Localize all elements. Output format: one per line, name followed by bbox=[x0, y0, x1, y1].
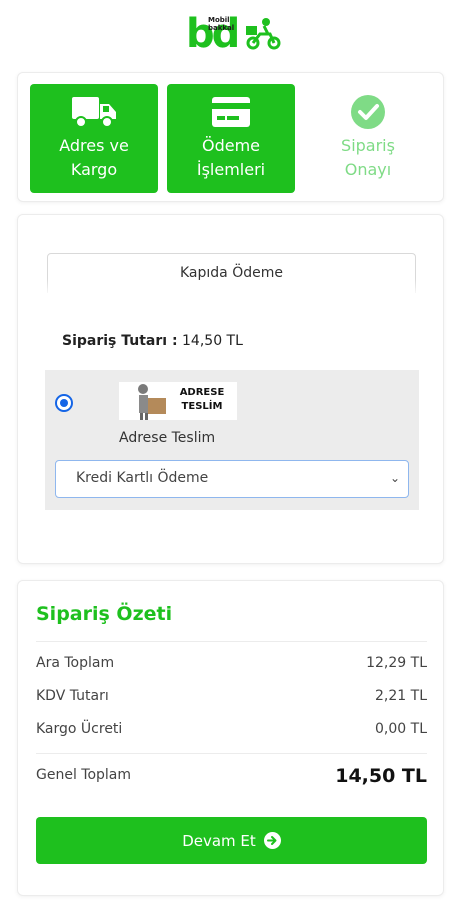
row-value: 2,21 TL bbox=[375, 688, 427, 704]
divider bbox=[36, 641, 427, 642]
summary-row-shipping: Kargo Ücreti 0,00 TL bbox=[36, 721, 427, 737]
order-amount-label: Sipariş Tutarı : bbox=[62, 333, 178, 349]
order-amount: Sipariş Tutarı : 14,50 TL bbox=[62, 333, 243, 349]
step-address-shipping[interactable]: Adres ve Kargo bbox=[30, 84, 158, 193]
total-value: 14,50 TL bbox=[335, 765, 427, 787]
payment-section: Kapıda Ödeme Sipariş Tutarı : 14,50 TL A… bbox=[17, 214, 444, 564]
summary-row-total: Genel Toplam 14,50 TL bbox=[36, 765, 427, 787]
chevron-down-icon: ⌄ bbox=[389, 471, 400, 485]
delivery-option[interactable]: ADRESE TESLİM Adrese Teslim Kredi Kartlı… bbox=[45, 370, 419, 510]
row-label: Ara Toplam bbox=[36, 655, 115, 671]
arrow-right-icon bbox=[263, 832, 281, 849]
step-payment[interactable]: Ödeme İşlemleri bbox=[167, 84, 295, 193]
credit-card-icon bbox=[211, 94, 251, 130]
delivery-person-icon bbox=[138, 384, 166, 420]
summary-row-vat: KDV Tutarı 2,21 TL bbox=[36, 688, 427, 704]
divider bbox=[36, 753, 427, 754]
step-label: Sipariş Onayı bbox=[341, 136, 395, 179]
step-label: Adres ve Kargo bbox=[59, 136, 129, 179]
logo-small-text: Mobil bakkal bbox=[208, 16, 235, 32]
step-label: Ödeme İşlemleri bbox=[196, 136, 266, 179]
truck-icon bbox=[71, 94, 117, 130]
row-label: KDV Tutarı bbox=[36, 688, 109, 704]
delivery-option-image-text: ADRESE TESLİM bbox=[179, 387, 225, 412]
brand-logo[interactable]: bd Mobil bakkal bbox=[186, 10, 282, 58]
summary-title: Sipariş Özeti bbox=[36, 603, 173, 625]
tab-fade bbox=[47, 279, 416, 297]
payment-method-select[interactable]: Kredi Kartlı Ödeme ⌄ bbox=[55, 460, 409, 498]
row-value: 0,00 TL bbox=[375, 721, 427, 737]
continue-label: Devam Et bbox=[182, 831, 256, 850]
delivery-option-radio[interactable] bbox=[55, 394, 73, 412]
checkout-page: bd Mobil bakkal Adres ve Kargo Ödeme İşl… bbox=[0, 0, 461, 900]
delivery-option-label: Adrese Teslim bbox=[119, 430, 216, 446]
delivery-option-image: ADRESE TESLİM bbox=[119, 382, 237, 420]
payment-method-value: Kredi Kartlı Ödeme bbox=[76, 470, 209, 486]
scooter-icon bbox=[246, 18, 281, 50]
summary-row-subtotal: Ara Toplam 12,29 TL bbox=[36, 655, 427, 671]
row-value: 12,29 TL bbox=[366, 655, 427, 671]
order-amount-value: 14,50 TL bbox=[182, 333, 243, 349]
total-label: Genel Toplam bbox=[36, 767, 132, 783]
order-summary: Sipariş Özeti Ara Toplam 12,29 TL KDV Tu… bbox=[17, 580, 444, 896]
check-circle-icon bbox=[350, 94, 386, 130]
continue-button[interactable]: Devam Et bbox=[36, 817, 427, 864]
checkout-steps: Adres ve Kargo Ödeme İşlemleri Sipariş O… bbox=[17, 72, 444, 202]
step-order-confirmation[interactable]: Sipariş Onayı bbox=[304, 84, 432, 193]
row-label: Kargo Ücreti bbox=[36, 721, 123, 737]
